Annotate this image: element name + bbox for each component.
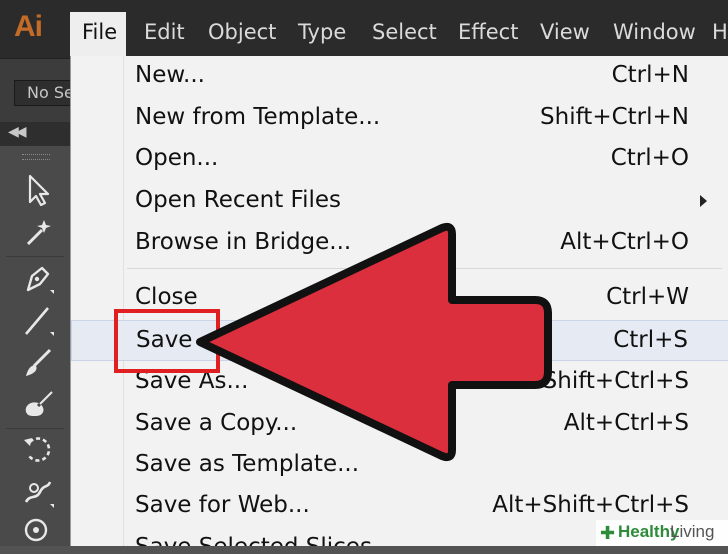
pointer-arrow-icon: [196, 222, 552, 462]
watermark-suffix: Living: [670, 522, 715, 541]
watermark-cross-icon: ✚: [600, 523, 616, 544]
watermark: ✚ Healthy Living: [596, 520, 728, 546]
